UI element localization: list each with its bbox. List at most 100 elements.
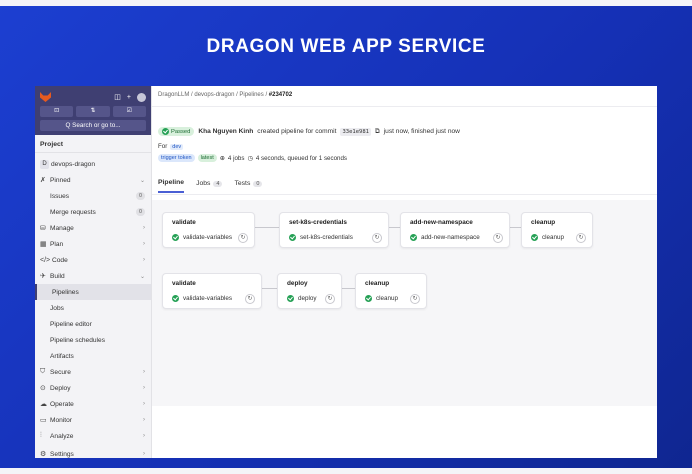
job-item[interactable]: set-k8s-credentials	[289, 234, 353, 241]
retry-icon[interactable]: ↻	[372, 233, 382, 243]
sidebar-item-pipeline-editor[interactable]: Pipeline editor	[35, 316, 151, 332]
breadcrumb-section[interactable]: Pipelines	[239, 92, 263, 98]
stage-card[interactable]: validate validate-variables ↻	[162, 273, 262, 309]
job-item[interactable]: cleanup	[365, 295, 398, 302]
gitlab-logo-icon[interactable]	[40, 92, 51, 102]
search-button[interactable]: Q Search or go to...	[40, 120, 146, 131]
retry-icon[interactable]: ↻	[410, 294, 420, 304]
commit-sha[interactable]: 33e1e981	[340, 127, 371, 136]
job-name: validate-variables	[183, 234, 233, 241]
todo-shortcut-icon[interactable]: ☑	[112, 106, 146, 117]
sidebar-item-label: Pipeline editor	[50, 320, 92, 328]
job-item[interactable]: validate-variables	[172, 295, 232, 302]
jobs-count: 4 jobs	[227, 154, 245, 162]
stage-title: validate	[172, 219, 196, 226]
sidebar-item-monitor[interactable]: ▭ Monitor ›	[35, 412, 151, 428]
status-badge[interactable]: Passed	[158, 127, 195, 136]
divider	[152, 194, 657, 195]
retry-icon[interactable]: ↻	[325, 294, 335, 304]
tab-label: Pipeline	[158, 179, 185, 186]
sidebar-item-settings[interactable]: ⚙ Settings ›	[35, 446, 151, 459]
action-text: created pipeline for commit	[257, 128, 337, 135]
sidebar-item-code[interactable]: </> Code ›	[35, 252, 151, 268]
chevron-right-icon: ›	[143, 257, 145, 263]
chevron-right-icon: ›	[143, 225, 145, 231]
pipeline-header: Passed Kha Nguyen Kinh created pipeline …	[158, 127, 460, 136]
for-label: For	[158, 143, 168, 150]
panel-toggle-icon[interactable]: ◫	[114, 93, 121, 101]
sidebar-item-merge-requests[interactable]: Merge requests 0	[35, 204, 151, 220]
sidebar-item-label: Code	[52, 256, 68, 264]
sidebar-item-pipelines[interactable]: Pipelines	[35, 284, 151, 300]
tab-pipeline[interactable]: Pipeline	[158, 179, 185, 193]
sidebar-item-secure[interactable]: ⛉ Secure ›	[35, 364, 151, 380]
status-label: Passed	[171, 128, 191, 135]
stage-card[interactable]: add-new-namespace add-new-namespace ↻	[400, 212, 510, 248]
breadcrumb-project[interactable]: devops-dragon	[194, 92, 234, 98]
retry-icon[interactable]: ↻	[245, 294, 255, 304]
stage-card[interactable]: validate validate-variables ↻	[162, 212, 255, 248]
sidebar-item-label: Monitor	[50, 416, 72, 424]
sidebar-item-label: Pinned	[50, 176, 71, 184]
chevron-right-icon: ›	[143, 369, 145, 375]
manage-icon: ⛁	[40, 225, 46, 232]
tab-count: 4	[213, 180, 223, 187]
tab-jobs[interactable]: Jobs 4	[196, 179, 223, 193]
sidebar-item-label: Secure	[50, 368, 71, 376]
stage-card[interactable]: deploy deploy ↻	[277, 273, 342, 309]
issues-shortcut-icon[interactable]: ⊡	[40, 106, 74, 117]
avatar[interactable]	[137, 92, 146, 102]
sidebar-item-pinned[interactable]: ✗ Pinned ⌄	[35, 172, 151, 188]
plus-icon[interactable]: +	[127, 94, 131, 101]
job-name: add-new-namespace	[421, 234, 480, 241]
tab-label: Tests	[234, 180, 251, 187]
sidebar-item-build[interactable]: ✈ Build ⌄	[35, 268, 151, 284]
branch-tag[interactable]: dev	[170, 143, 184, 150]
check-circle-icon	[531, 234, 538, 241]
jobs-icon: ⊕	[219, 154, 225, 162]
trigger-badge: trigger token	[158, 154, 195, 162]
breadcrumb-group[interactable]: DragonLLM	[158, 92, 189, 98]
timing-text: just now, finished just now	[383, 128, 460, 135]
job-name: validate-variables	[183, 295, 233, 302]
chevron-right-icon: ›	[143, 385, 145, 391]
job-item[interactable]: validate-variables	[172, 234, 232, 241]
plan-icon: ▦	[40, 241, 47, 248]
author-name[interactable]: Kha Nguyen Kinh	[198, 128, 253, 135]
sidebar-item-label: Settings	[50, 450, 74, 458]
main-content: DragonLLM / devops-dragon / Pipelines / …	[152, 86, 657, 458]
stage-card[interactable]: cleanup cleanup ↻	[521, 212, 593, 248]
sidebar-item-pipeline-schedules[interactable]: Pipeline schedules	[35, 332, 151, 348]
sidebar-item-operate[interactable]: ☁ Operate ›	[35, 396, 151, 412]
job-item[interactable]: deploy	[287, 295, 317, 302]
sidebar-item-manage[interactable]: ⛁ Manage ›	[35, 220, 151, 236]
sidebar-item-plan[interactable]: ▦ Plan ›	[35, 236, 151, 252]
job-item[interactable]: cleanup	[531, 234, 564, 241]
stage-title: cleanup	[365, 280, 390, 287]
retry-icon[interactable]: ↻	[576, 233, 586, 243]
sidebar-item-deploy[interactable]: ⊙ Deploy ›	[35, 380, 151, 396]
sidebar-item-label: Operate	[50, 400, 74, 408]
sidebar-item-issues[interactable]: Issues 0	[35, 188, 151, 204]
sidebar-item-jobs[interactable]: Jobs	[35, 300, 151, 316]
merge-requests-shortcut-icon[interactable]: ⇅	[76, 106, 110, 117]
tab-tests[interactable]: Tests 0	[234, 179, 263, 193]
chevron-down-icon: ⌄	[139, 177, 145, 184]
sidebar-item-analyze[interactable]: ⫶ Analyze ›	[35, 428, 151, 444]
job-name: deploy	[298, 295, 317, 302]
job-item[interactable]: add-new-namespace	[410, 234, 480, 241]
stage-card[interactable]: set-k8s-credentials set-k8s-credentials …	[279, 212, 389, 248]
copy-icon[interactable]: ⧉	[375, 128, 380, 136]
check-circle-icon	[287, 295, 294, 302]
retry-icon[interactable]: ↻	[238, 233, 248, 243]
sidebar-item-artifacts[interactable]: Artifacts	[35, 348, 151, 364]
stage-card[interactable]: cleanup cleanup ↻	[355, 273, 427, 309]
retry-icon[interactable]: ↻	[493, 233, 503, 243]
cloud-icon: ☁	[40, 401, 47, 408]
sidebar-project[interactable]: D devops-dragon	[35, 156, 151, 172]
sidebar-item-label: Issues	[50, 192, 70, 200]
check-circle-icon	[365, 295, 372, 302]
stage-title: deploy	[287, 280, 308, 287]
tab-label: Jobs	[196, 180, 211, 187]
divider	[152, 106, 657, 107]
